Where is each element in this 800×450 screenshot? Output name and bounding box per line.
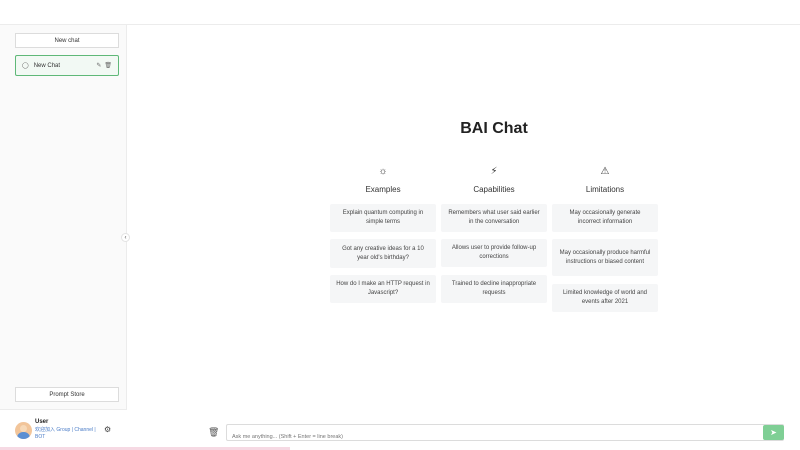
user-name: User: [35, 419, 49, 425]
chat-list-item[interactable]: ◯ New Chat ✎ 🗑: [15, 55, 119, 76]
column-capabilities: ⚡︎ Capabilities: [441, 166, 547, 197]
column-title: Limitations: [585, 185, 625, 194]
collapse-sidebar-button[interactable]: ‹: [121, 233, 130, 242]
new-chat-button[interactable]: New chat: [15, 33, 119, 48]
message-input-box[interactable]: [226, 424, 784, 445]
column-title: Capabilities: [473, 185, 515, 194]
column-title: Examples: [365, 185, 401, 194]
page-title: BAI Chat: [460, 120, 528, 137]
column-limitations: ⚠︎ Limitations: [552, 166, 658, 197]
example-card[interactable]: Got any creative ideas for a 10 year old…: [330, 239, 436, 268]
prompt-store-button[interactable]: Prompt Store: [15, 387, 119, 402]
capability-card: Allows user to provide follow-up correct…: [441, 239, 547, 267]
capability-card: Remembers what user said earlier in the …: [441, 204, 547, 232]
send-button[interactable]: ➤: [763, 425, 784, 440]
send-icon: ➤: [770, 428, 777, 437]
lightning-icon: ⚡︎: [490, 166, 498, 177]
edit-icon[interactable]: ✎: [96, 62, 101, 69]
limitation-card: Limited knowledge of world and events af…: [552, 284, 658, 312]
chat-item-label: New Chat: [33, 62, 61, 69]
example-card[interactable]: Explain quantum computing in simple term…: [330, 204, 436, 232]
warning-icon: ⚠︎: [600, 166, 610, 177]
trash-icon[interactable]: 🗑: [208, 427, 219, 438]
chat-bubble-icon: ◯: [22, 63, 29, 69]
message-input[interactable]: [227, 429, 783, 445]
limitation-card: May occasionally generate incorrect info…: [552, 204, 658, 232]
limitation-card: May occasionally produce harmful instruc…: [552, 239, 658, 276]
user-panel: User 欢迎加入 Group | Channel | BOT ⚙: [0, 409, 127, 450]
capability-card: Trained to decline inappropriate request…: [441, 275, 547, 303]
column-examples: ☼ Examples: [330, 166, 436, 197]
avatar[interactable]: [15, 422, 32, 439]
sidebar: New chat ◯ New Chat ✎ 🗑 Prompt Store Use…: [0, 25, 127, 450]
sun-icon: ☼: [378, 166, 388, 177]
gear-icon[interactable]: ⚙: [104, 425, 111, 434]
example-card[interactable]: How do I make an HTTP request in Javascr…: [330, 275, 436, 303]
delete-icon[interactable]: 🗑: [104, 62, 112, 69]
user-subtitle-links[interactable]: 欢迎加入 Group | Channel | BOT: [35, 427, 105, 441]
